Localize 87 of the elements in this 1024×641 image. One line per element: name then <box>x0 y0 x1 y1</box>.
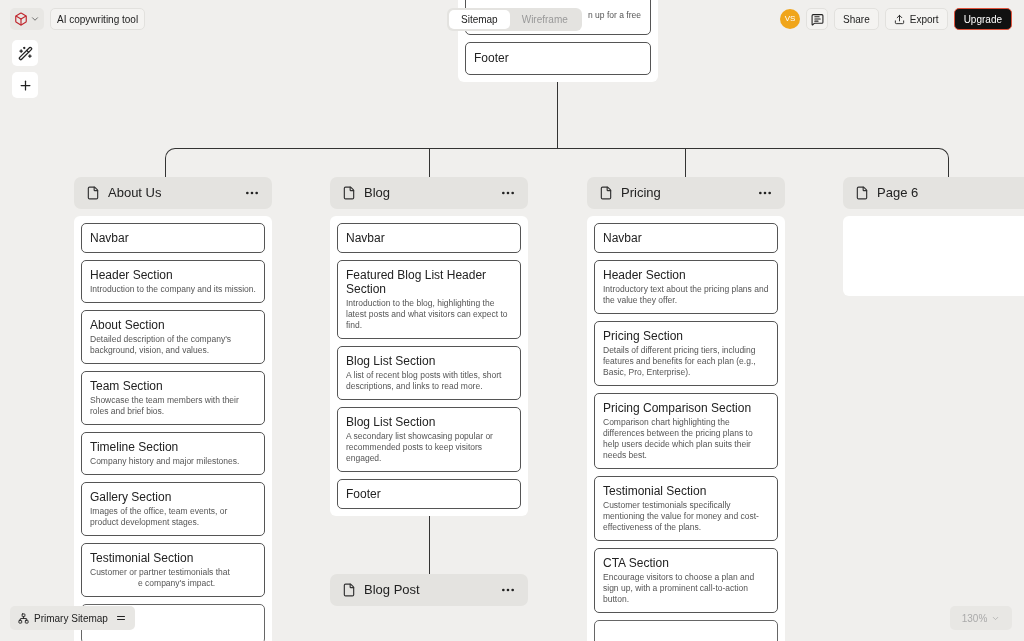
section-card[interactable]: Header Section Introduction to the company and its mission. <box>81 260 265 303</box>
toolbar-button[interactable]: Share <box>834 8 879 30</box>
section-title: Pricing Comparison Section <box>603 401 753 415</box>
section-description: Comparison chart highlighting the differences between the pricing plans to help users decide which plan suits their needs best. <box>603 417 754 461</box>
section-card[interactable]: CTA Section Encourage visitors to choose a plan and sign up, with a prominent call-to-action button. <box>594 548 778 613</box>
page-icon <box>342 186 356 200</box>
toolbar-button[interactable]: Export <box>884 8 948 30</box>
section-description: Images of the office, team events, or product development stages. <box>90 506 229 528</box>
section-title: Navbar <box>603 231 643 245</box>
section-description: Showcase the team members with their roles and brief bios. <box>90 395 240 417</box>
page-header[interactable]: Blog Post <box>330 574 528 606</box>
page-header[interactable]: About Us <box>74 177 272 209</box>
section-card[interactable]: Pricing Section Details of different pricing tiers, including features and benefits for each plan (e.g., Basic, Pro, Enterprise). <box>594 321 778 386</box>
logo-menu-button[interactable] <box>10 8 44 30</box>
connector-line <box>428 516 430 574</box>
page-header[interactable]: Page 6 <box>843 177 1024 209</box>
magic-wand-icon <box>17 45 33 61</box>
project-name-button[interactable]: AI copywriting tool <box>50 8 146 30</box>
page-icon <box>342 583 356 597</box>
section-description: Introduction to the company and its mission. <box>90 284 256 295</box>
section-description: A secondary list showcasing popular or recommended posts to keep visitors engaged. <box>346 431 494 464</box>
section-title: Pricing Section <box>603 329 685 343</box>
section-card[interactable]: Testimonial Section Customer or partner testimonials that e company's impact. <box>81 543 265 597</box>
comments-button[interactable] <box>806 8 829 30</box>
section-card[interactable]: Timeline Section Company history and major milestones. <box>81 432 265 475</box>
section-title: Gallery Section <box>90 490 173 504</box>
section-title: Testimonial Section <box>603 484 708 498</box>
section-title: Blog List Section <box>346 354 437 368</box>
section-description: e company's impact. <box>138 578 217 589</box>
chevron-icon <box>30 14 40 24</box>
page-header[interactable]: Blog <box>330 177 528 209</box>
section-card[interactable]: Pricing Comparison Section Comparison chart highlighting the differences between the pricing plans to help users decide which plan suits their needs best. <box>594 393 778 469</box>
page-icon <box>86 186 100 200</box>
section-title: Featured Blog List Header Section <box>346 268 488 296</box>
section-description: Details of different pricing tiers, including features and benefits for each plan (e.g., Basic, Pro, Enterprise). <box>603 345 757 378</box>
section-description: Encourage visitors to choose a plan and sign up, with a prominent call-to-action button. <box>603 572 756 605</box>
section-card[interactable]: Testimonial Section Customer testimonials specifically mentioning the value for money and cost-effectiveness of the plans. <box>594 476 778 541</box>
export-icon <box>893 13 905 25</box>
section-card[interactable]: Navbar <box>337 223 521 253</box>
section-title: About Section <box>90 318 166 332</box>
section-card[interactable]: Gallery Section Images of the office, team events, or product development stages. <box>81 482 265 536</box>
section-title: Navbar <box>346 231 386 245</box>
section-title: Team Section <box>90 379 164 393</box>
section-card[interactable]: Blog List Section A list of recent blog posts with titles, short descriptions, and links to read more. <box>337 346 521 400</box>
page-title: Pricing <box>621 184 662 203</box>
plus-icon <box>17 77 33 93</box>
cube-icon <box>14 12 28 26</box>
add-button[interactable] <box>12 72 38 98</box>
section-title: Navbar <box>90 231 130 245</box>
upgrade-button[interactable]: Upgrade <box>953 8 1012 30</box>
sitemap-icon <box>18 612 29 624</box>
comment-icon <box>810 12 824 26</box>
section-description: Company history and major milestones. <box>90 456 241 467</box>
section-card[interactable]: Featured Blog List Header Section Introduction to the blog, highlighting the latest posts and what visitors can expect to find. <box>337 260 521 339</box>
page-title: Page 6 <box>877 184 920 203</box>
section-description: Customer testimonials specifically mentioning the value for money and cost-effectiveness of the plans. <box>603 500 760 533</box>
section-description: n up for a free <box>588 10 642 21</box>
section-card[interactable]: Footer <box>337 479 521 509</box>
section-card[interactable]: Navbar <box>594 223 778 253</box>
section-card[interactable]: Navbar <box>81 223 265 253</box>
section-title: Testimonial Section <box>90 551 195 565</box>
section-title: Header Section <box>90 268 174 282</box>
section-title: CTA Section <box>603 556 670 570</box>
sitemap-selector-button[interactable]: Primary Sitemap <box>10 606 135 630</box>
page-icon <box>855 186 869 200</box>
section-title: Footer <box>474 50 510 67</box>
section-title: Timeline Section <box>90 440 180 454</box>
page-icon <box>599 186 613 200</box>
page-title: Blog <box>364 184 392 203</box>
view-tab[interactable]: Sitemap <box>449 10 510 29</box>
section-card[interactable]: Blog List Section A secondary list showcasing popular or recommended posts to keep visitors engaged. <box>337 407 521 472</box>
section-title: Header Section <box>603 268 687 282</box>
section-description: Introductory text about the pricing plans and the value they offer. <box>603 284 769 306</box>
section-description: A list of recent blog posts with titles, short descriptions, and links to read more. <box>346 370 503 392</box>
page-title: About Us <box>108 184 163 203</box>
section-card[interactable]: Header Section Introductory text about the pricing plans and the value they offer. <box>594 260 778 314</box>
section-card[interactable]: Team Section Showcase the team members with their roles and brief bios. <box>81 371 265 425</box>
section-description: Customer or partner testimonials that <box>90 567 231 578</box>
section-card[interactable]: Footer <box>465 42 651 75</box>
page-title: Blog Post <box>364 581 421 600</box>
magic-wand-button[interactable] <box>12 40 38 66</box>
section-title: Footer <box>346 487 382 501</box>
section-description: Introduction to the blog, highlighting the latest posts and what visitors can expect to find. <box>346 298 509 331</box>
section-description: Detailed description of the company's background, vision, and values. <box>90 334 232 356</box>
section-title: Blog List Section <box>346 415 437 429</box>
page-header[interactable]: Pricing <box>587 177 785 209</box>
section-card[interactable]: About Section Detailed description of the company's background, vision, and values. <box>81 310 265 364</box>
